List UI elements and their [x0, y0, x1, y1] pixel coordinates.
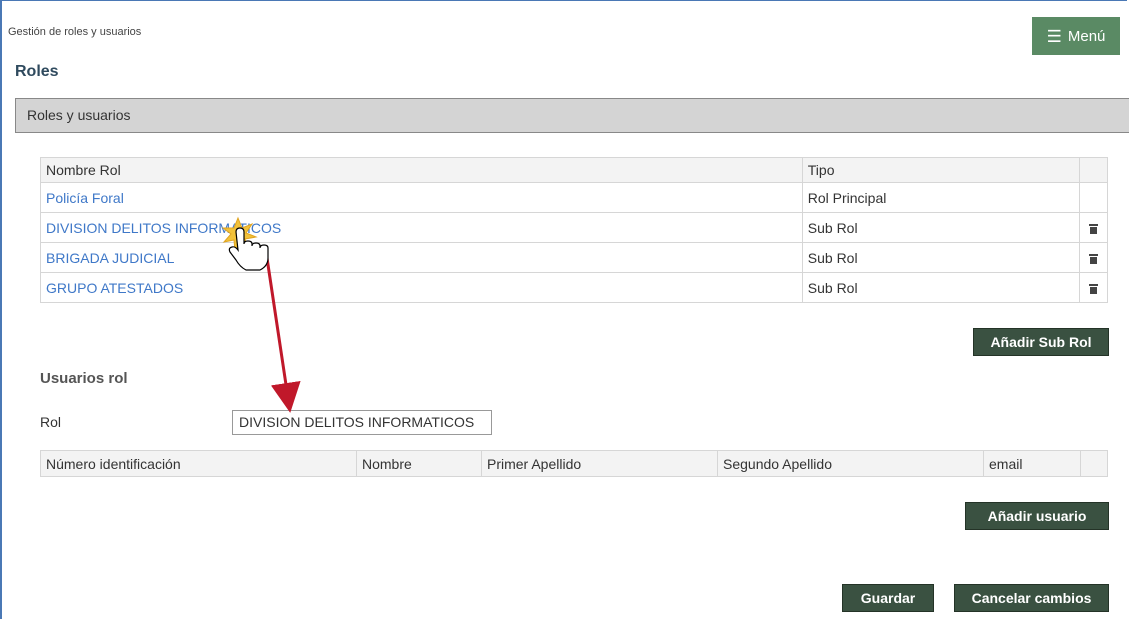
arrow-line — [265, 257, 301, 413]
annotation-arrow — [221, 216, 301, 413]
